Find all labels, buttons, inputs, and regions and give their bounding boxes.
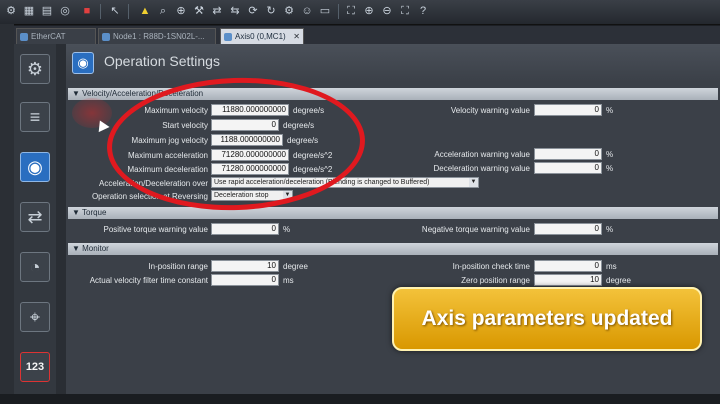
search-icon[interactable]: ⌕ <box>156 4 170 18</box>
operation-icon: ◉ <box>27 157 43 177</box>
velocity-warning-field[interactable]: 0 <box>534 104 602 116</box>
left-edge-panel <box>0 24 14 404</box>
positive-torque-unit: % <box>283 225 291 234</box>
tab-label: Axis0 (0,MC1) <box>235 32 286 41</box>
inpos-check-field[interactable]: 0 <box>534 260 602 272</box>
section-monitor[interactable]: ▼ Monitor <box>68 243 718 255</box>
inpos-check-unit: ms <box>606 262 617 271</box>
binoculars-icon[interactable]: ◎ <box>58 4 72 18</box>
cursor-icon[interactable]: ↖ <box>108 4 122 18</box>
inpos-check-label: In-position check time <box>452 262 530 271</box>
zoom-icon[interactable]: ⊕ <box>174 4 188 18</box>
homing-settings-button[interactable]: ⌖ <box>20 302 50 332</box>
deceleration-warning-label: Deceleration warning value <box>433 164 531 173</box>
fullscreen-icon[interactable]: ⛶ <box>398 4 412 18</box>
positive-torque-field[interactable]: 0 <box>211 223 279 235</box>
status-bar <box>0 394 720 404</box>
panel-header: ◉ Operation Settings <box>66 44 720 82</box>
slider-icon: ≡ <box>29 107 41 127</box>
inpos-range-unit: degree <box>283 262 308 271</box>
vel-filter-label: Actual velocity filter time constant <box>89 276 208 285</box>
page-title: Operation Settings <box>104 53 220 69</box>
crosshair-icon: ⌖ <box>29 307 41 327</box>
banner-text: Axis parameters updated <box>421 307 673 330</box>
status-banner: Axis parameters updated <box>392 287 702 351</box>
close-icon[interactable]: ✕ <box>293 29 300 44</box>
tab-node1[interactable]: Node1 : R88D-1SN02L-... <box>98 28 216 44</box>
person-icon[interactable]: ☺ <box>300 4 314 18</box>
position-count-button[interactable]: 123 <box>20 352 50 382</box>
gauge-icon: ◔ <box>29 257 41 277</box>
window-icon[interactable]: ▭ <box>318 4 332 18</box>
servo-icon <box>102 33 110 41</box>
toolbar-divider <box>128 4 129 19</box>
section-torque[interactable]: ▼ Torque <box>68 207 718 219</box>
other-operation-button[interactable]: ⇄ <box>20 202 50 232</box>
velocity-warning-unit: % <box>606 106 614 115</box>
inpos-range-label: In-position range <box>148 262 208 271</box>
acceleration-warning-field[interactable]: 0 <box>534 148 602 160</box>
toolbar-divider <box>100 4 101 19</box>
ethercat-icon <box>20 33 28 41</box>
tab-label: Node1 : R88D-1SN02L-... <box>113 32 205 41</box>
compare-icon[interactable]: ⇆ <box>228 4 242 18</box>
unit-conversion-button[interactable]: ≡ <box>20 102 50 132</box>
limit-settings-button[interactable]: ◔ <box>20 252 50 282</box>
velocity-warning-label: Velocity warning value <box>450 106 530 115</box>
deceleration-warning-field[interactable]: 0 <box>534 162 602 174</box>
refresh-icon[interactable]: ↻ <box>264 4 278 18</box>
gear-search-icon: ⚙ <box>26 59 44 79</box>
stop-icon[interactable]: ■ <box>80 4 94 18</box>
zoom-in-icon[interactable]: ⊕ <box>362 4 376 18</box>
settings-icon[interactable]: ⚙ <box>282 4 296 18</box>
sync-icon[interactable]: ⟳ <box>246 4 260 18</box>
online-icon[interactable]: ⚙ <box>4 4 18 18</box>
help-icon[interactable]: ? <box>416 4 430 18</box>
operation-settings-icon: ◉ <box>72 52 94 74</box>
monitor-icon[interactable]: ▦ <box>22 4 36 18</box>
tab-label: EtherCAT <box>31 32 66 41</box>
toolbar-divider <box>338 4 339 19</box>
vel-filter-unit: ms <box>283 276 294 285</box>
negative-torque-unit: % <box>606 225 614 234</box>
deceleration-warning-unit: % <box>606 164 614 173</box>
main-toolbar: ⚙ ▦ ▤ ◎ ■ ↖ ▲ ⌕ ⊕ ⚒ ⇄ ⇆ ⟳ ↻ ⚙ ☺ ▭ ⛶ ⊕ ⊖ … <box>0 0 720 25</box>
counter-icon: 123 <box>25 361 45 373</box>
positive-torque-label: Positive torque warning value <box>103 225 208 234</box>
axis-icon <box>224 33 232 41</box>
settings-sidebar: ⚙ ≡ ◉ ⇄ ◔ ⌖ 123 <box>14 44 56 404</box>
inpos-range-field[interactable]: 10 <box>211 260 279 272</box>
transfer-icon[interactable]: ⇄ <box>210 4 224 18</box>
grid-icon[interactable]: ▤ <box>40 4 54 18</box>
negative-torque-field[interactable]: 0 <box>534 223 602 235</box>
zero-range-field[interactable]: 10 <box>534 274 602 286</box>
fit-icon[interactable]: ⛶ <box>344 4 358 18</box>
build-icon[interactable]: ⚒ <box>192 4 206 18</box>
scrollbar[interactable] <box>56 44 66 404</box>
zero-range-label: Zero position range <box>461 276 530 285</box>
negative-torque-label: Negative torque warning value <box>421 225 530 234</box>
acceleration-warning-unit: % <box>606 150 614 159</box>
zero-range-unit: degree <box>606 276 631 285</box>
vel-filter-field[interactable]: 0 <box>211 274 279 286</box>
acceleration-warning-label: Acceleration warning value <box>434 150 530 159</box>
arrows-icon: ⇄ <box>27 207 43 227</box>
axis-basic-settings-button[interactable]: ⚙ <box>20 54 50 84</box>
zoom-out-icon[interactable]: ⊖ <box>380 4 394 18</box>
tab-axis0[interactable]: Axis0 (0,MC1) ✕ <box>220 28 304 44</box>
warning-icon[interactable]: ▲ <box>138 4 152 18</box>
operation-settings-button[interactable]: ◉ <box>20 152 50 182</box>
tab-ethercat[interactable]: EtherCAT <box>16 28 96 44</box>
chevron-down-icon: ▼ <box>469 178 478 187</box>
tab-bar: EtherCAT Node1 : R88D-1SN02L-... Axis0 (… <box>14 26 720 44</box>
